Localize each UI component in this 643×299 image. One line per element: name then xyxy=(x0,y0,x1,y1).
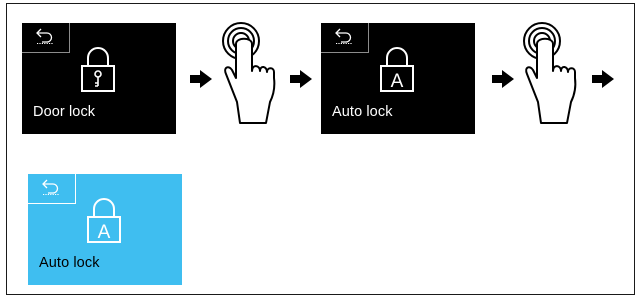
finger-tap-icon xyxy=(222,22,276,124)
right-arrow-icon xyxy=(592,70,614,88)
back-button[interactable] xyxy=(28,174,76,204)
back-button[interactable] xyxy=(22,23,70,53)
padlock-a-icon: A xyxy=(380,47,414,92)
back-arrow-icon xyxy=(42,179,59,195)
screen-label: Auto lock xyxy=(39,255,100,271)
back-button[interactable] xyxy=(321,23,369,53)
back-arrow-icon xyxy=(335,28,352,44)
finger-tap-icon xyxy=(523,22,577,124)
back-arrow-icon xyxy=(36,28,53,44)
padlock-key-icon xyxy=(81,47,115,92)
right-arrow-icon xyxy=(190,70,212,88)
screen-label: Door lock xyxy=(33,104,96,120)
screen-door-lock: Door lock xyxy=(22,23,176,134)
right-arrow-icon xyxy=(492,70,514,88)
screen-auto-lock-active: A Auto lock xyxy=(28,174,182,285)
padlock-a-icon: A xyxy=(87,198,121,243)
screen-auto-lock: A Auto lock xyxy=(321,23,475,134)
lock-glyph: A xyxy=(98,222,111,243)
right-arrow-icon xyxy=(290,70,312,88)
screen-label: Auto lock xyxy=(332,104,393,120)
instruction-diagram-frame: Door lock A Auto lock A Auto lock xyxy=(6,3,635,295)
lock-glyph: A xyxy=(391,71,404,92)
